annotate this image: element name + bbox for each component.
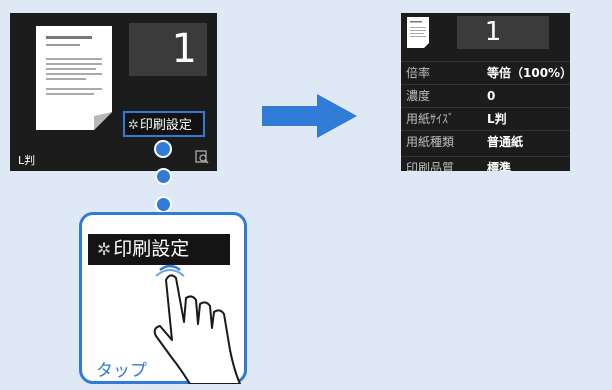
tap-label: タップ xyxy=(96,361,147,381)
print-settings-screen: 1 倍率 等倍（100%） 濃度 0 用紙ｻｲｽﾞ L判 用紙種類 普通紙 印刷… xyxy=(401,13,570,171)
setting-label: 用紙ｻｲｽﾞ xyxy=(406,112,455,126)
print-settings-label: 印刷設定 xyxy=(139,118,192,133)
setting-label: 濃度 xyxy=(406,89,431,103)
copies-display[interactable]: 1 xyxy=(129,23,207,76)
setting-row-magnification[interactable]: 倍率 等倍（100%） xyxy=(401,61,570,84)
setting-value: 0 xyxy=(487,89,496,103)
setting-value: 等倍（100%） xyxy=(487,66,570,80)
setting-row-print-quality[interactable]: 印刷品質 標準 xyxy=(401,156,570,171)
setting-label: 用紙種類 xyxy=(406,135,455,149)
setting-value: L判 xyxy=(487,112,507,126)
gear-icon: ✲ xyxy=(128,118,139,133)
connector-dot xyxy=(154,140,172,158)
copy-screen-preview: 1 ✲印刷設定 L判 xyxy=(10,13,217,171)
gear-icon: ✲ xyxy=(97,240,112,260)
copies-count: 1 xyxy=(484,17,502,47)
paper-size-label: L判 xyxy=(18,154,36,167)
setting-row-density[interactable]: 濃度 0 xyxy=(401,84,570,107)
preview-zoom-icon[interactable] xyxy=(195,150,209,164)
setting-row-paper-size[interactable]: 用紙ｻｲｽﾞ L判 xyxy=(401,107,570,130)
setting-value: 普通紙 xyxy=(487,135,524,149)
connector-dot xyxy=(155,168,172,185)
copies-display[interactable]: 1 xyxy=(457,16,549,49)
setting-value: 標準 xyxy=(487,161,512,171)
setting-row-media-type[interactable]: 用紙種類 普通紙 xyxy=(401,130,570,153)
setting-label: 倍率 xyxy=(406,66,431,80)
document-thumbnail-icon xyxy=(407,17,429,48)
print-settings-button[interactable]: ✲印刷設定 xyxy=(123,111,205,137)
document-thumbnail-icon xyxy=(36,26,112,130)
copies-count: 1 xyxy=(171,26,197,72)
right-arrow-icon xyxy=(262,94,357,138)
setting-label: 印刷品質 xyxy=(406,161,455,171)
connector-dot xyxy=(155,196,172,213)
tapping-hand-icon xyxy=(153,264,241,384)
